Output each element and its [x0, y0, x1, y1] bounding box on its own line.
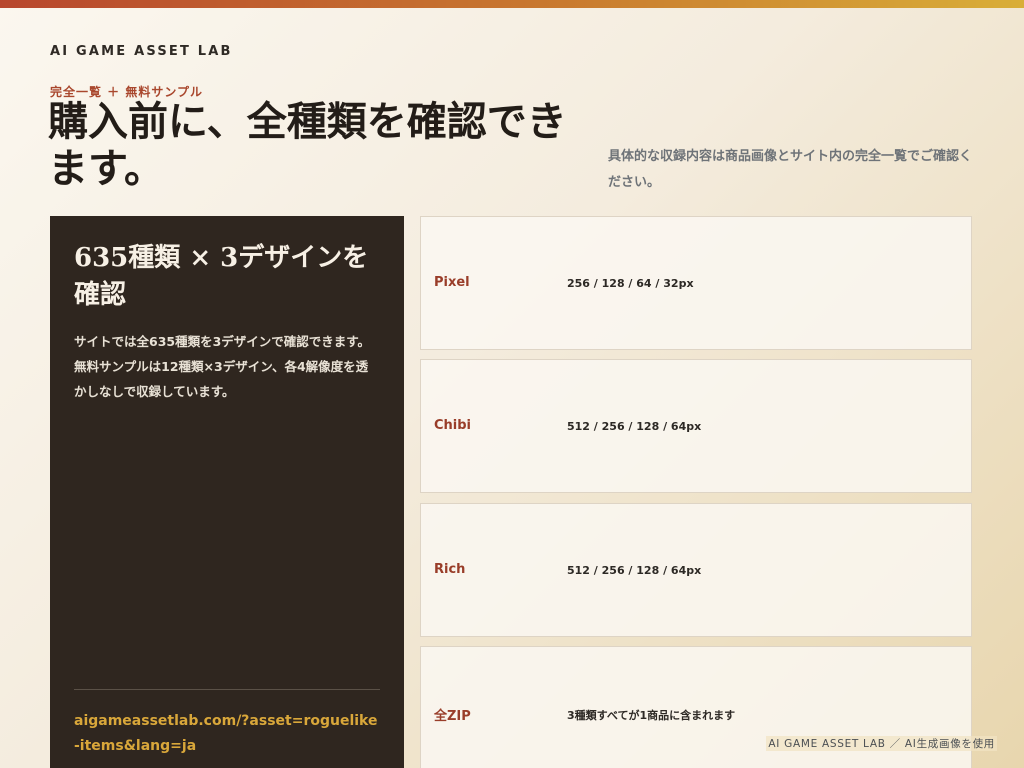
- hero-description: 具体的な収録内容は商品画像とサイト内の完全一覧でご確認ください。: [608, 149, 973, 190]
- spec-value: 256 / 128 / 64 / 32px: [567, 277, 694, 290]
- spec-value: 512 / 256 / 128 / 64px: [567, 564, 702, 577]
- summary-divider: [74, 689, 380, 690]
- spec-card-pixel: Pixel 256 / 128 / 64 / 32px: [420, 216, 972, 350]
- summary-card: 635種類 × 3デザインを確認 サイトでは全635種類を3デザインで確認できま…: [50, 216, 404, 768]
- spec-card-chibi: Chibi 512 / 256 / 128 / 64px: [420, 359, 972, 493]
- spec-name: Chibi: [434, 418, 472, 433]
- spec-name: Rich: [434, 562, 466, 577]
- page-title: 購入前に、全種類を確認できます。: [48, 98, 567, 192]
- asset-page-link[interactable]: aigameassetlab.com/?asset=roguelike-item…: [74, 709, 380, 759]
- spec-name: Pixel: [434, 275, 470, 290]
- brand-name: AI GAME ASSET LAB: [50, 44, 233, 59]
- spec-name: 全ZIP: [434, 709, 471, 724]
- spec-value: 3種類すべてが1商品に含まれます: [567, 709, 736, 722]
- footer-credit: AI GAME ASSET LAB ／ AI生成画像を使用: [766, 736, 997, 751]
- summary-body: サイトでは全635種類を3デザインで確認できます。無料サンプルは12種類×3デザ…: [74, 334, 371, 399]
- top-accent-bar: [0, 0, 1024, 8]
- spec-card-rich: Rich 512 / 256 / 128 / 64px: [420, 503, 972, 637]
- spec-value: 512 / 256 / 128 / 64px: [567, 420, 702, 433]
- summary-title: 635種類 × 3デザインを確認: [74, 243, 369, 310]
